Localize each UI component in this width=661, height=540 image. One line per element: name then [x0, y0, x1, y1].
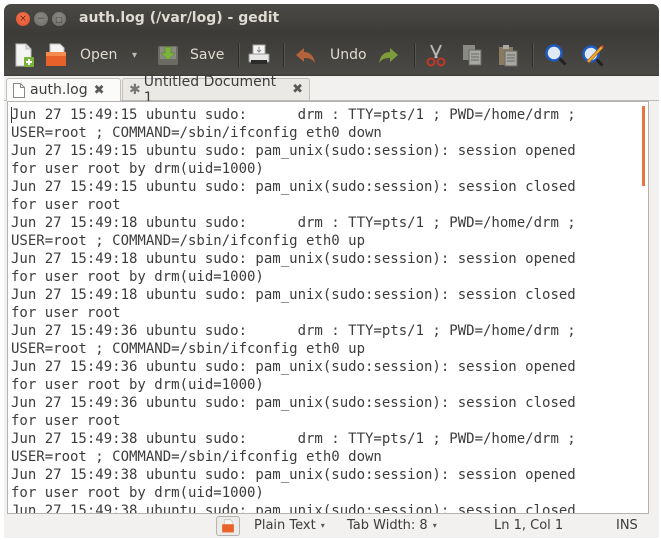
editor-line[interactable]: Jun 27 15:49:15 ubuntu sudo: pam_unix(su…: [11, 142, 576, 160]
toolbar-separator: [532, 43, 534, 67]
save-button[interactable]: Save: [156, 40, 224, 70]
status-bar: Plain Text ▾ Tab Width: 8 ▾ Ln 1, Col 1 …: [4, 514, 659, 538]
redo-icon: [379, 48, 398, 63]
editor-line[interactable]: Jun 27 15:49:15 ubuntu sudo: pam_unix(su…: [11, 178, 576, 196]
undo-button[interactable]: Undo: [294, 40, 367, 70]
editor-line[interactable]: Jun 27 15:49:36 ubuntu sudo: drm : TTY=p…: [11, 322, 576, 340]
editor-line[interactable]: for user root: [11, 196, 576, 214]
close-tab-icon[interactable]: ✖: [292, 82, 303, 97]
chevron-down-icon: ▾: [132, 49, 138, 61]
document-tab-bar: auth.log ✖ ✱ Untitled Document 1 ✖: [4, 74, 659, 106]
open-label: Open: [80, 47, 118, 63]
editor-content[interactable]: Jun 27 15:49:15 ubuntu sudo: drm : TTY=p…: [11, 106, 576, 513]
save-label: Save: [190, 47, 225, 63]
text-file-icon: [13, 82, 25, 98]
save-icon: [158, 46, 178, 65]
undo-icon: [296, 48, 315, 63]
language-selector[interactable]: Plain Text ▾: [254, 518, 325, 533]
cut-button[interactable]: [424, 40, 448, 70]
editor-line[interactable]: for user root: [11, 304, 576, 322]
editor-line[interactable]: Jun 27 15:49:38 ubuntu sudo: pam_unix(su…: [11, 466, 576, 484]
open-recent-dropdown[interactable]: ▾: [132, 40, 137, 70]
tab-width-label: Tab Width: 8: [347, 518, 428, 533]
new-document-icon: [15, 43, 34, 67]
toolbar-separator: [414, 43, 416, 67]
gedit-window: × − □ auth.log (/var/log) - gedit Open ▾: [4, 4, 659, 538]
editor-line[interactable]: Jun 27 15:49:15 ubuntu sudo: drm : TTY=p…: [11, 106, 576, 124]
cut-icon: [426, 44, 446, 67]
print-icon: [248, 44, 270, 64]
title-bar[interactable]: × − □ auth.log (/var/log) - gedit: [4, 4, 659, 34]
editor-line[interactable]: for user root by drm(uid=1000): [11, 376, 576, 394]
tab-auth-log[interactable]: auth.log ✖: [6, 78, 121, 101]
paste-button[interactable]: [496, 40, 520, 70]
maximize-icon: □: [55, 14, 63, 24]
editor-line[interactable]: Jun 27 15:49:38 ubuntu sudo: drm : TTY=p…: [11, 430, 576, 448]
editor-line[interactable]: USER=root ; COMMAND=/sbin/ifconfig eth0 …: [11, 232, 576, 250]
scrollbar-thumb[interactable]: [642, 106, 645, 186]
copy-icon: [463, 45, 482, 66]
paste-icon: [499, 45, 518, 67]
close-window-button[interactable]: ×: [16, 12, 30, 26]
chevron-down-icon: ▾: [432, 521, 437, 530]
tab-width-selector[interactable]: Tab Width: 8 ▾: [347, 518, 437, 533]
open-folder-icon: [46, 43, 66, 66]
find-button[interactable]: [544, 40, 568, 70]
editor-line[interactable]: for user root by drm(uid=1000): [11, 268, 576, 286]
copy-button[interactable]: [460, 40, 484, 70]
redo-button[interactable]: [376, 40, 400, 70]
editor-line[interactable]: USER=root ; COMMAND=/sbin/ifconfig eth0 …: [11, 124, 576, 142]
window-title: auth.log (/var/log) - gedit: [79, 10, 280, 26]
close-icon: ×: [19, 13, 27, 24]
editor-line[interactable]: USER=root ; COMMAND=/sbin/ifconfig eth0 …: [11, 448, 576, 466]
tab-label: auth.log: [30, 82, 88, 98]
modified-asterisk-icon: ✱: [129, 81, 141, 98]
find-replace-button[interactable]: [581, 40, 605, 70]
cursor-position: Ln 1, Col 1: [494, 518, 564, 533]
insert-mode: INS: [616, 518, 638, 533]
toolbar: Open ▾ Save Undo: [4, 34, 659, 76]
editor-line[interactable]: Jun 27 15:49:18 ubuntu sudo: pam_unix(su…: [11, 250, 576, 268]
toolbar-separator: [283, 43, 285, 67]
find-icon: [545, 44, 567, 66]
open-button[interactable]: Open: [44, 40, 117, 70]
print-button[interactable]: [247, 40, 271, 70]
editor-line[interactable]: Jun 27 15:49:36 ubuntu sudo: pam_unix(su…: [11, 394, 576, 412]
editor-line[interactable]: USER=root ; COMMAND=/sbin/ifconfig eth0 …: [11, 340, 576, 358]
editor-line[interactable]: Jun 27 15:49:18 ubuntu sudo: drm : TTY=p…: [11, 214, 576, 232]
editor-line[interactable]: Jun 27 15:49:18 ubuntu sudo: pam_unix(su…: [11, 286, 576, 304]
editor-line[interactable]: for user root by drm(uid=1000): [11, 160, 576, 178]
text-editor[interactable]: Jun 27 15:49:15 ubuntu sudo: drm : TTY=p…: [7, 101, 649, 514]
editor-line[interactable]: for user root: [11, 412, 576, 430]
editor-line[interactable]: Jun 27 15:49:36 ubuntu sudo: pam_unix(su…: [11, 358, 576, 376]
language-label: Plain Text: [254, 518, 316, 533]
minimize-icon: −: [37, 13, 45, 24]
undo-label: Undo: [330, 47, 367, 63]
editor-line[interactable]: Jun 27 15:49:38 ubuntu sudo: pam_unix(su…: [11, 502, 576, 513]
close-tab-icon[interactable]: ✖: [94, 83, 105, 98]
tab-untitled-document-1[interactable]: ✱ Untitled Document 1 ✖: [122, 74, 310, 106]
find-replace-icon: [582, 45, 604, 67]
open-folder-icon: [222, 519, 234, 533]
maximize-window-button[interactable]: □: [52, 12, 66, 26]
toolbar-separator: [238, 43, 240, 67]
chevron-down-icon: ▾: [320, 521, 325, 530]
text-cursor: [11, 107, 12, 123]
document-panel-button[interactable]: [216, 516, 240, 536]
editor-line[interactable]: for user root by drm(uid=1000): [11, 484, 576, 502]
new-document-button[interactable]: [12, 40, 36, 70]
minimize-window-button[interactable]: −: [34, 12, 48, 26]
